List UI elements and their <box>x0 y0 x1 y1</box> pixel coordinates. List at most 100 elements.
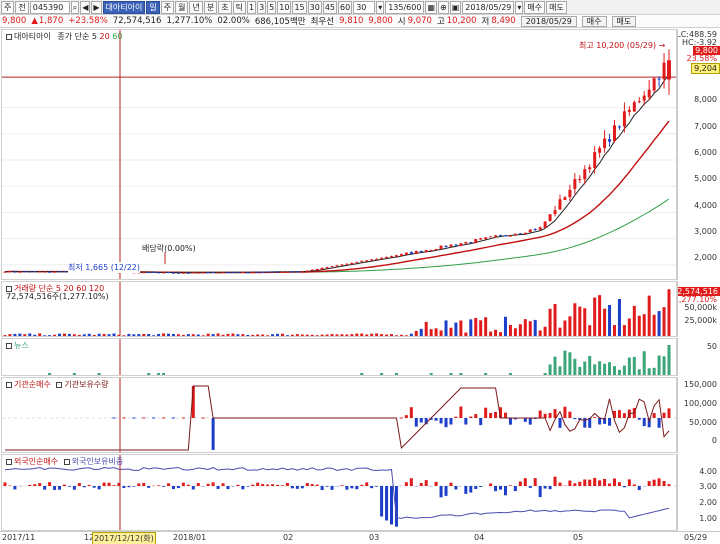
interval-3[interactable]: 3 <box>257 0 267 14</box>
foreign-bar <box>494 486 498 492</box>
institution-bar <box>404 415 408 418</box>
volume-bar <box>573 303 577 336</box>
news-bar <box>72 373 76 375</box>
candle-body <box>58 271 62 273</box>
candle-body <box>256 271 260 273</box>
foreign-bar <box>261 484 265 486</box>
foreign-bar <box>608 483 612 486</box>
volume-bar <box>256 334 260 336</box>
foreign-bar <box>33 484 37 486</box>
candle-body <box>370 259 374 261</box>
foreign-bar <box>365 482 369 486</box>
candle-body <box>642 95 646 101</box>
buy-button[interactable]: 매수 <box>524 0 546 14</box>
foreign-plot[interactable]: 외국인순매수 외국인보유비중 <box>1 454 677 531</box>
foreign-bar <box>53 486 57 490</box>
up-arrow-icon: ▲ <box>31 16 38 26</box>
stock-name-field[interactable]: 대아티아이 <box>102 0 146 14</box>
news-plot[interactable]: 뉴스 <box>1 338 677 376</box>
foreign-bar <box>62 484 66 486</box>
candle-body <box>236 271 240 273</box>
candle-body <box>48 271 52 273</box>
interval-60[interactable]: 60 <box>338 0 353 14</box>
institution-bar <box>508 418 512 425</box>
date-field[interactable]: 2018/05/29 <box>462 0 515 14</box>
sell-button[interactable]: 매도 <box>546 0 567 14</box>
volume-bar <box>196 334 200 336</box>
menu-button-1[interactable]: 주 <box>1 0 15 14</box>
high-label: 고 <box>436 17 445 27</box>
legend-box-icon <box>6 286 12 292</box>
foreign-bar <box>266 484 270 486</box>
candle-body <box>201 272 205 274</box>
candle-body <box>285 271 289 273</box>
volume-bar <box>62 333 66 336</box>
next-stock-icon[interactable]: ▶ <box>91 0 102 14</box>
foreign-bar <box>489 483 493 486</box>
stock-code-input[interactable]: 045390 <box>29 0 70 14</box>
zoom-icon[interactable]: ⊕ <box>438 0 449 14</box>
tick-3: 3.00 <box>699 482 717 491</box>
prev-stock-icon[interactable]: ◀ <box>80 0 91 14</box>
count-select[interactable]: 30 <box>353 0 376 14</box>
news-bar <box>637 369 641 375</box>
candle-body <box>593 152 597 169</box>
period-day-tab[interactable]: 일 <box>146 0 160 14</box>
range-field[interactable]: 135/600 <box>385 0 425 14</box>
volume-bar <box>419 328 423 336</box>
foreign-bar <box>657 478 661 486</box>
high-price: 10,200 <box>446 16 477 26</box>
volume-bar <box>142 334 146 336</box>
price-plot[interactable]: 대아티아이 종가 단순 5 20 60 최고 10,200 (05/29) → … <box>1 29 677 280</box>
period-second-tab[interactable]: 초 <box>218 0 232 14</box>
date-picker-icon[interactable]: ▾ <box>515 0 524 14</box>
volume-bar <box>583 308 587 336</box>
candle-body <box>637 101 641 103</box>
foreign-bar <box>622 486 626 488</box>
interval-30[interactable]: 30 <box>307 0 322 14</box>
legend-box-icon <box>63 459 70 465</box>
date-label-04: 04 <box>474 533 485 542</box>
foreign-bar <box>67 486 71 487</box>
grid-icon[interactable]: ▦ <box>425 0 438 14</box>
foreign-bar <box>132 486 136 487</box>
news-bar <box>508 373 512 375</box>
volume-bar <box>335 334 339 336</box>
volume-bar <box>444 320 448 336</box>
foreign-bar <box>449 482 453 486</box>
volume-bar <box>528 321 532 336</box>
period-week-tab[interactable]: 주 <box>160 0 175 14</box>
institution-plot[interactable]: 기관순매수 기관보유수량 <box>1 377 677 453</box>
period-minute-tab[interactable]: 분 <box>203 0 218 14</box>
interval-5[interactable]: 5 <box>267 0 277 14</box>
period-year-tab[interactable]: 년 <box>189 0 203 14</box>
volume-bar <box>77 334 81 336</box>
search-icon[interactable]: ⌕ <box>70 0 80 14</box>
calendar-icon[interactable]: ▣ <box>449 0 462 14</box>
quote-buy-button[interactable]: 매수 <box>581 15 607 27</box>
period-tick-tab[interactable]: 틱 <box>232 0 246 14</box>
tick-2: 2.00 <box>699 498 717 507</box>
institution-bar <box>598 418 602 425</box>
interval-45[interactable]: 45 <box>322 0 338 14</box>
foreign-bar <box>404 482 408 486</box>
interval-1[interactable]: 1 <box>246 0 257 14</box>
volume-plot[interactable]: 거래량 단순 5 20 60 120 72,574,516주(1,277.10%… <box>1 281 677 337</box>
foreign-bar <box>583 479 587 486</box>
volume-bar <box>251 334 255 336</box>
volume-bar <box>414 330 418 336</box>
volume-bar <box>221 334 225 336</box>
candle-body <box>563 197 567 200</box>
candle-body <box>53 271 57 273</box>
menu-button-2[interactable]: 전 <box>15 0 29 14</box>
candlestick-chart <box>2 30 676 279</box>
candle-body <box>573 179 577 189</box>
quote-sell-button[interactable]: 매도 <box>611 15 637 27</box>
interval-10[interactable]: 10 <box>277 0 292 14</box>
interval-15[interactable]: 15 <box>292 0 307 14</box>
foreign-bar <box>598 480 602 486</box>
quote-date-field[interactable]: 2018/05/29 <box>520 15 577 27</box>
volume-bar <box>23 334 27 336</box>
dropdown-icon[interactable]: ▾ <box>376 0 385 14</box>
period-month-tab[interactable]: 월 <box>175 0 189 14</box>
